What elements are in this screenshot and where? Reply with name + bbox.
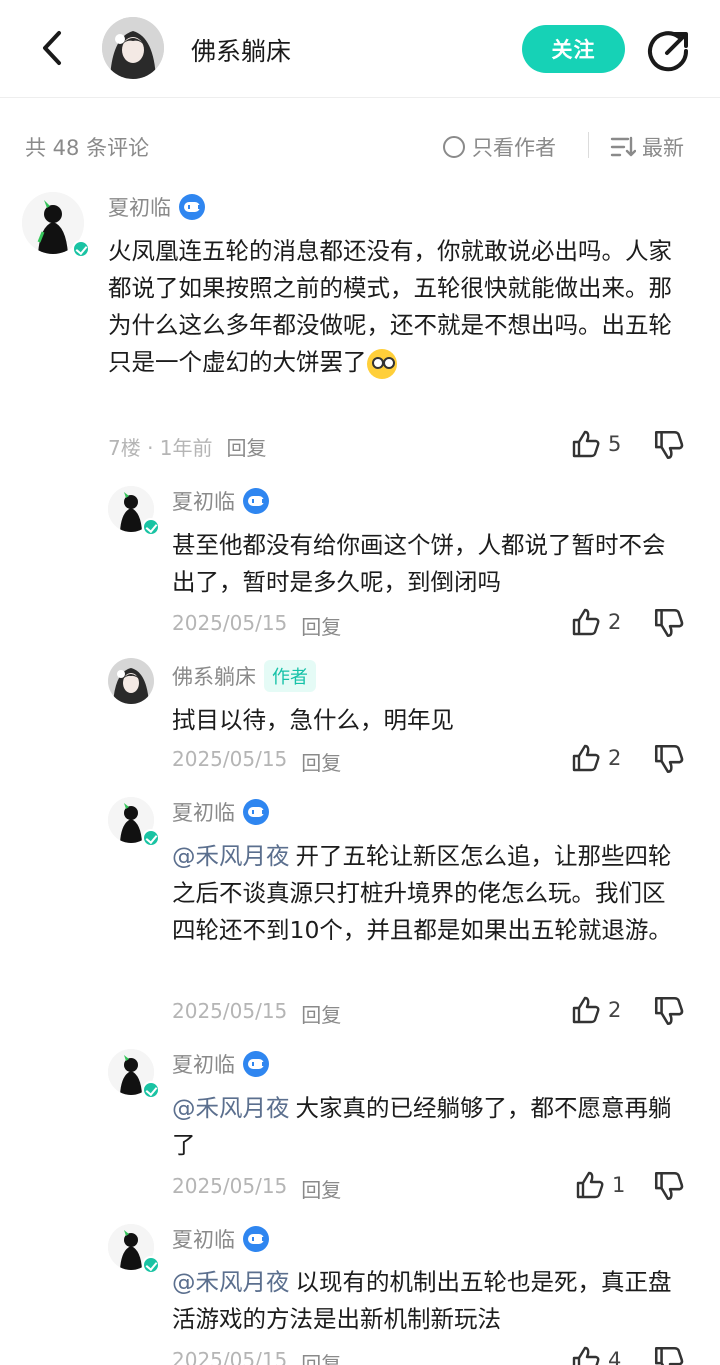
thumb-up-icon — [572, 430, 600, 458]
reply-text: 甚至他都没有给你画这个饼，人都说了暂时不会出了，暂时是多久呢，到倒闭吗 — [172, 531, 666, 596]
floor-time: 7楼 · 1年前 — [108, 436, 213, 460]
thumb-up-icon — [576, 1171, 604, 1199]
verified-check-icon — [142, 518, 160, 536]
comment-count: 共 48 条评论 — [25, 136, 150, 160]
top-bar: 佛系躺床 关注 — [0, 0, 720, 98]
replier-name[interactable]: 佛系躺床 作者 — [172, 660, 316, 692]
author-avatar[interactable] — [102, 17, 164, 79]
follow-button[interactable]: 关注 — [522, 25, 625, 73]
thumb-down-icon[interactable] — [652, 742, 686, 776]
like-button[interactable]: 2 — [570, 606, 621, 638]
radio-circle-icon — [443, 136, 465, 158]
replier-name-text: 夏初临 — [172, 1053, 235, 1077]
reply-date: 2025/05/15 — [172, 1174, 288, 1198]
thumb-down-icon[interactable] — [652, 428, 686, 462]
sort-label: 最新 — [642, 136, 684, 160]
comment-text: 火凤凰连五轮的消息都还没有，你就敢说必出吗。人家都说了如果按照之前的模式，五轮很… — [108, 233, 678, 381]
replier-name-text: 夏初临 — [172, 1228, 235, 1252]
thumb-up-icon — [572, 996, 600, 1024]
gamepad-badge-icon — [179, 194, 205, 220]
reply-text: @禾风月夜 大家真的已经躺够了，都不愿意再躺了 — [172, 1090, 678, 1164]
verified-check-icon — [142, 829, 160, 847]
gamepad-badge-icon — [243, 488, 269, 514]
like-button[interactable]: 4 — [570, 1344, 621, 1365]
thumb-up-icon — [572, 608, 600, 636]
mention-link[interactable]: @禾风月夜 — [172, 1094, 290, 1122]
like-count: 2 — [608, 610, 622, 634]
reply-link[interactable]: 回复 — [301, 747, 341, 776]
reply-date: 2025/05/15 — [172, 1348, 288, 1365]
verified-check-icon — [142, 1081, 160, 1099]
like-button[interactable]: 1 — [574, 1169, 625, 1201]
reply-link[interactable]: 回复 — [301, 1348, 341, 1365]
author-tag: 作者 — [264, 660, 316, 692]
only-author-label: 只看作者 — [472, 136, 556, 160]
reply-meta: 2025/05/15 回复 — [172, 747, 341, 776]
reply-meta: 2025/05/15 回复 — [172, 1348, 341, 1365]
replier-name[interactable]: 夏初临 — [172, 797, 269, 827]
reply-link[interactable]: 回复 — [301, 1174, 341, 1203]
sort-button[interactable]: 最新 — [610, 132, 684, 162]
reply-date: 2025/05/15 — [172, 747, 288, 771]
share-button[interactable] — [645, 29, 691, 73]
reply-link[interactable]: 回复 — [301, 999, 341, 1028]
reply-meta: 2025/05/15 回复 — [172, 999, 341, 1028]
reply-meta: 2025/05/15 回复 — [172, 1174, 341, 1203]
thumb-down-icon[interactable] — [652, 1169, 686, 1203]
reply-link[interactable]: 回复 — [301, 611, 341, 640]
comment-toolbar: 共 48 条评论 只看作者 最新 — [0, 120, 720, 170]
thumb-up-icon — [572, 744, 600, 772]
verified-check-icon — [72, 240, 90, 258]
reply-meta: 2025/05/15 回复 — [172, 611, 341, 640]
like-button[interactable]: 2 — [570, 994, 621, 1026]
like-count: 2 — [608, 998, 622, 1022]
gamepad-badge-icon — [243, 1226, 269, 1252]
author-name[interactable]: 佛系躺床 — [191, 32, 291, 68]
reply-link[interactable]: 回复 — [227, 432, 267, 461]
thumb-down-icon[interactable] — [652, 606, 686, 640]
dizzy-face-emoji-icon — [366, 348, 397, 379]
replier-name[interactable]: 夏初临 — [172, 1224, 269, 1254]
commenter-name-text: 夏初临 — [108, 196, 171, 220]
comment-meta: 7楼 · 1年前 回复 — [108, 432, 267, 461]
reply-text: 拭目以待，急什么，明年见 — [172, 706, 454, 734]
like-count: 1 — [612, 1173, 626, 1197]
toolbar-divider — [588, 132, 589, 158]
thumb-down-icon[interactable] — [652, 994, 686, 1028]
gamepad-badge-icon — [243, 1051, 269, 1077]
replier-name-text: 夏初临 — [172, 490, 235, 514]
only-author-toggle[interactable]: 只看作者 — [443, 132, 556, 162]
thumb-down-icon[interactable] — [652, 1344, 686, 1365]
replier-name-text: 夏初临 — [172, 801, 235, 825]
gamepad-badge-icon — [243, 799, 269, 825]
replier-avatar[interactable] — [108, 658, 154, 704]
back-button[interactable] — [28, 24, 76, 72]
mention-link[interactable]: @禾风月夜 — [172, 842, 290, 870]
mention-link[interactable]: @禾风月夜 — [172, 1268, 290, 1296]
chevron-left-icon — [43, 31, 61, 65]
replier-name[interactable]: 夏初临 — [172, 1049, 269, 1079]
replier-name-text: 佛系躺床 — [172, 665, 256, 689]
replier-name[interactable]: 夏初临 — [172, 486, 269, 516]
verified-check-icon — [142, 1256, 160, 1274]
commenter-name[interactable]: 夏初临 — [108, 192, 205, 222]
reply-text: @禾风月夜 以现有的机制出五轮也是死，真正盘活游戏的方法是出新机制新玩法 — [172, 1264, 678, 1338]
share-icon — [648, 31, 689, 72]
like-button[interactable]: 5 — [570, 428, 621, 460]
reply-text: @禾风月夜 开了五轮让新区怎么追，让那些四轮之后不谈真源只打桩升境界的佬怎么玩。我… — [172, 838, 678, 949]
thumb-up-icon — [572, 1346, 600, 1365]
sort-list-icon — [610, 136, 636, 157]
reply-date: 2025/05/15 — [172, 611, 288, 635]
like-count: 5 — [608, 432, 622, 456]
reply-date: 2025/05/15 — [172, 999, 288, 1023]
like-count: 2 — [608, 746, 622, 770]
like-count: 4 — [608, 1348, 622, 1365]
like-button[interactable]: 2 — [570, 742, 621, 774]
